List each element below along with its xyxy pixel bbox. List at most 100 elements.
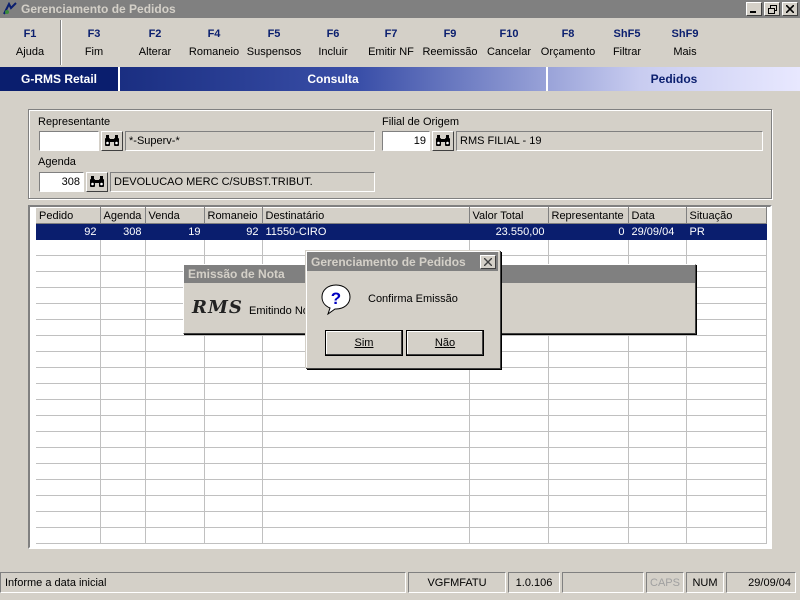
table-cell-empty <box>548 495 629 512</box>
table-cell-empty <box>36 399 101 416</box>
representante-description: *-Superv-* <box>125 131 375 151</box>
status-spacer <box>562 572 644 593</box>
column-header[interactable]: Agenda <box>100 207 146 224</box>
cell-situacao: PR <box>686 223 767 240</box>
table-cell-empty <box>204 239 263 256</box>
confirm-message: Confirma Emissão <box>368 293 458 305</box>
column-header[interactable]: Data <box>628 207 687 224</box>
column-header[interactable]: Romaneio <box>204 207 263 224</box>
table-cell-empty <box>686 495 767 512</box>
table-cell-empty <box>36 527 101 544</box>
table-cell-empty <box>628 367 687 384</box>
table-cell-empty <box>548 447 629 464</box>
minimize-button[interactable] <box>746 2 762 16</box>
table-row-empty[interactable] <box>36 463 767 480</box>
restore-button[interactable] <box>764 2 780 16</box>
fkey-key: F6 <box>326 27 340 40</box>
table-cell-empty <box>686 479 767 496</box>
table-cell-empty <box>36 239 101 256</box>
table-cell-empty <box>686 239 767 256</box>
table-cell-empty <box>204 479 263 496</box>
column-header[interactable]: Valor Total <box>469 207 549 224</box>
fkey-romaneio[interactable]: F4 Romaneio <box>184 20 244 65</box>
column-header[interactable]: Situação <box>686 207 767 224</box>
column-header[interactable]: Venda <box>145 207 205 224</box>
table-cell-empty <box>100 463 146 480</box>
fkey-mais[interactable]: ShF9 Mais <box>656 20 714 65</box>
fkey-ajuda[interactable]: F1 Ajuda <box>0 20 60 65</box>
table-cell-empty <box>100 335 146 352</box>
table-row-empty[interactable] <box>36 383 767 400</box>
table-cell-empty <box>36 367 101 384</box>
table-cell-empty <box>204 415 263 432</box>
fkey-label: Orçamento <box>540 45 596 58</box>
app-name: G-RMS Retail <box>0 67 120 91</box>
table-cell-empty <box>100 271 146 288</box>
representante-input[interactable] <box>39 131 99 151</box>
confirm-dialog: Gerenciamento de Pedidos ? Confirma Emis… <box>305 250 500 368</box>
table-cell-empty <box>262 511 470 528</box>
table-row-empty[interactable] <box>36 399 767 416</box>
fkey-orcamento[interactable]: F8 Orçamento <box>538 20 598 65</box>
filial-search-button[interactable] <box>432 131 454 151</box>
yes-button[interactable]: Sim <box>326 331 402 355</box>
table-cell-empty <box>204 335 263 352</box>
fkey-label: Incluir <box>318 45 348 58</box>
column-header[interactable]: Representante <box>548 207 629 224</box>
table-cell-empty <box>628 463 687 480</box>
table-cell-empty <box>145 351 205 368</box>
cell-venda: 19 <box>145 223 205 240</box>
table-cell-empty <box>686 527 767 544</box>
table-cell-empty <box>469 367 549 384</box>
table-cell-empty <box>100 239 146 256</box>
representante-search-button[interactable] <box>101 131 123 151</box>
question-icon: ? <box>321 284 351 315</box>
fkey-suspensos[interactable]: F5 Suspensos <box>244 20 304 65</box>
table-cell-empty <box>628 415 687 432</box>
fkey-incluir[interactable]: F6 Incluir <box>304 20 362 65</box>
table-cell-empty <box>36 287 101 304</box>
fkey-alterar[interactable]: F2 Alterar <box>126 20 184 65</box>
fkey-reemissao[interactable]: F9 Reemissão <box>420 20 480 65</box>
cell-romaneio: 92 <box>204 223 263 240</box>
table-row[interactable]: 92 308 19 92 11550-CIRO 23.550,00 0 29/0… <box>36 223 767 240</box>
confirm-dialog-titlebar[interactable]: Gerenciamento de Pedidos <box>307 252 498 271</box>
header-banner: G-RMS Retail Consulta Pedidos <box>0 67 800 91</box>
fkey-fim[interactable]: F3 Fim <box>62 20 126 65</box>
dialog-close-button[interactable] <box>480 254 496 269</box>
agenda-input[interactable]: 308 <box>39 172 84 192</box>
column-header[interactable]: Destinatário <box>262 207 470 224</box>
fkey-filtrar[interactable]: ShF5 Filtrar <box>598 20 656 65</box>
app-icon[interactable] <box>2 1 18 17</box>
table-row-empty[interactable] <box>36 479 767 496</box>
close-button[interactable] <box>782 2 798 16</box>
fkey-cancelar[interactable]: F10 Cancelar <box>480 20 538 65</box>
table-row-empty[interactable] <box>36 415 767 432</box>
table-row-empty[interactable] <box>36 367 767 384</box>
table-cell-empty <box>548 463 629 480</box>
no-button[interactable]: Não <box>407 331 483 355</box>
table-row-empty[interactable] <box>36 511 767 528</box>
fkey-emitir-nf[interactable]: F7 Emitir NF <box>362 20 420 65</box>
table-row-empty[interactable] <box>36 447 767 464</box>
table-cell-empty <box>145 495 205 512</box>
table-cell-empty <box>262 479 470 496</box>
filter-panel: Representante *-Superv-* Filial de Orige… <box>28 109 772 199</box>
column-header[interactable]: Pedido <box>36 207 101 224</box>
fkey-key: F3 <box>87 27 101 40</box>
table-cell-empty <box>548 335 629 352</box>
table-cell-empty <box>548 479 629 496</box>
fkey-key: ShF9 <box>671 27 699 40</box>
table-row-empty[interactable] <box>36 495 767 512</box>
table-row-empty[interactable] <box>36 527 767 544</box>
table-row-empty[interactable] <box>36 431 767 448</box>
table-cell-empty <box>686 463 767 480</box>
table-cell-empty <box>628 431 687 448</box>
table-cell-empty <box>548 431 629 448</box>
filial-input[interactable]: 19 <box>382 131 430 151</box>
agenda-search-button[interactable] <box>86 172 108 192</box>
fkey-label: Reemissão <box>422 45 478 58</box>
title-bar[interactable]: Gerenciamento de Pedidos <box>0 0 800 18</box>
fkey-key: F5 <box>267 27 281 40</box>
table-cell-empty <box>262 399 470 416</box>
